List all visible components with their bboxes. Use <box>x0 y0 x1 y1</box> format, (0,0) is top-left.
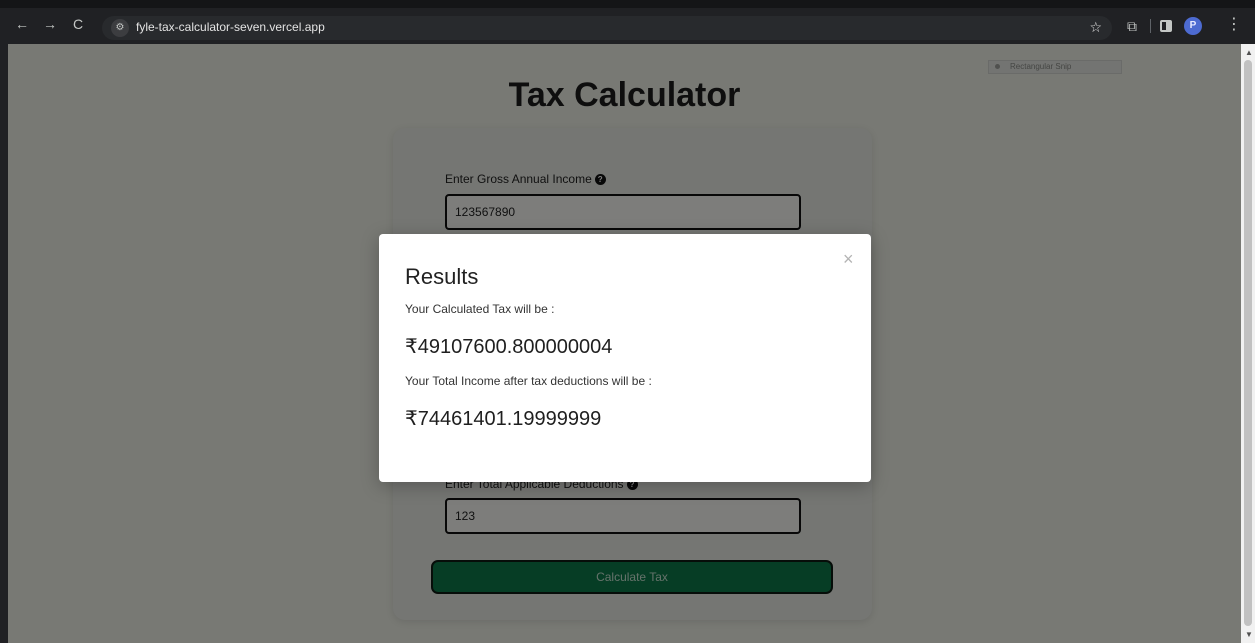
more-vert-icon[interactable]: ⋮ <box>1226 17 1242 33</box>
url-text: fyle-tax-calculator-seven.vercel.app <box>136 20 325 34</box>
results-modal: × Results Your Calculated Tax will be : … <box>379 234 871 482</box>
scroll-thumb[interactable] <box>1244 60 1252 626</box>
arrow-left-icon[interactable]: ← <box>14 16 30 32</box>
browser-toolbar: ← → C ⚙ fyle-tax-calculator-seven.vercel… <box>0 0 1255 44</box>
reload-icon[interactable]: C <box>70 16 86 32</box>
tab-strip <box>0 0 1255 8</box>
arrow-right-icon[interactable]: → <box>42 16 58 32</box>
income-label: Your Total Income after tax deductions w… <box>405 374 652 388</box>
profile-avatar[interactable]: P <box>1184 17 1202 35</box>
page-viewport: Rectangular Snip Tax Calculator Enter Gr… <box>8 44 1241 643</box>
tune-icon[interactable]: ⚙ <box>111 19 129 37</box>
star-icon[interactable]: ☆ <box>1089 19 1102 36</box>
toolbar-divider <box>1150 19 1151 33</box>
scroll-down-icon[interactable]: ▼ <box>1245 630 1253 639</box>
side-panel-icon[interactable] <box>1160 20 1172 32</box>
income-value: ₹74461401.19999999 <box>405 408 602 430</box>
address-bar[interactable]: ⚙ fyle-tax-calculator-seven.vercel.app ☆ <box>102 16 1112 40</box>
tax-value: ₹49107600.800000004 <box>405 336 613 358</box>
scroll-up-icon[interactable]: ▲ <box>1245 48 1253 57</box>
tax-label: Your Calculated Tax will be : <box>405 302 555 316</box>
close-icon[interactable]: × <box>843 250 854 268</box>
puzzle-icon[interactable]: ⧉ <box>1127 18 1137 35</box>
vertical-scrollbar[interactable]: ▲ ▼ <box>1241 44 1255 643</box>
modal-title: Results <box>405 264 479 289</box>
